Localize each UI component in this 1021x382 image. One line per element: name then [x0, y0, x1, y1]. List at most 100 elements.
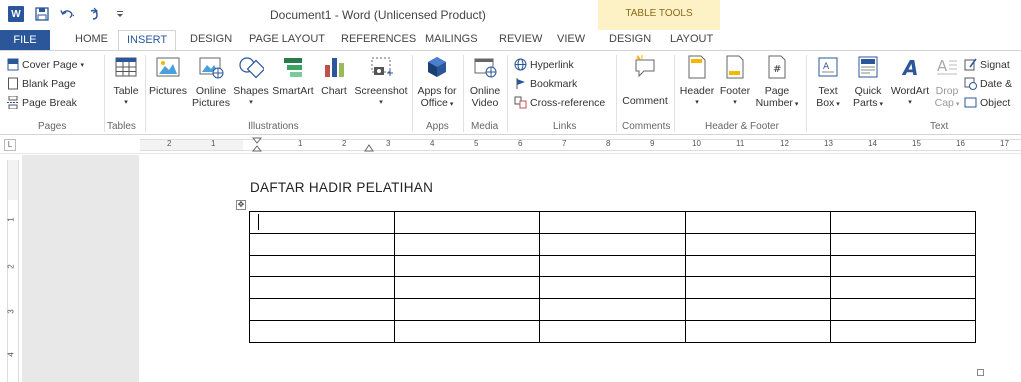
table-cell[interactable]: [829, 211, 977, 234]
table-cell[interactable]: [539, 254, 686, 278]
table-button[interactable]: Table ▾: [110, 55, 142, 109]
tab-table-design[interactable]: DESIGN: [609, 33, 651, 45]
table-cell[interactable]: [394, 276, 541, 300]
table-cell[interactable]: [248, 298, 396, 321]
table-cell[interactable]: [539, 319, 686, 343]
tab-file[interactable]: FILE: [0, 30, 50, 50]
ruler-number: 3: [386, 139, 391, 148]
ruler-number: 2: [167, 139, 172, 148]
text-box-button[interactable]: A Text Box ▾: [810, 55, 846, 111]
table-cell[interactable]: [539, 211, 686, 234]
pictures-button[interactable]: Pictures: [148, 55, 188, 97]
table-cell[interactable]: [829, 276, 977, 300]
ruler-number: 4: [430, 139, 435, 148]
tab-home[interactable]: HOME: [75, 33, 108, 45]
table-cell[interactable]: [248, 319, 396, 343]
table-cell[interactable]: [539, 298, 686, 321]
table-cell[interactable]: [394, 319, 541, 343]
tab-view[interactable]: VIEW: [557, 33, 585, 45]
table-cell[interactable]: [684, 211, 831, 234]
online-video-button[interactable]: Online Video: [465, 55, 505, 109]
table-cell[interactable]: [394, 254, 541, 278]
horizontal-ruler[interactable]: L 2 1 1 2 3 4 5 6 7 8 9 10 11 12 13 14 1…: [0, 136, 1021, 154]
svg-text:A: A: [823, 62, 830, 72]
group-separator: [104, 55, 105, 132]
table-tools-label: TABLE TOOLS: [625, 8, 693, 19]
right-indent-marker-icon[interactable]: [364, 143, 374, 152]
table-cell[interactable]: [248, 254, 396, 278]
drop-cap-button[interactable]: A Drop Cap ▾: [932, 55, 962, 111]
table-cell[interactable]: [829, 254, 977, 278]
table-cell[interactable]: [394, 298, 541, 321]
group-label-pages: Pages: [38, 121, 67, 132]
word-logo-icon[interactable]: W: [8, 6, 24, 22]
tab-table-layout[interactable]: LAYOUT: [670, 33, 713, 45]
redo-icon[interactable]: [86, 6, 102, 22]
table-cell[interactable]: [684, 319, 831, 343]
hyperlink-button[interactable]: Hyperlink: [514, 57, 574, 72]
table-cell[interactable]: [539, 232, 686, 256]
bookmark-button[interactable]: Bookmark: [514, 76, 577, 91]
document-heading[interactable]: DAFTAR HADIR PELATIHAN: [250, 180, 433, 195]
header-button[interactable]: Header ▾: [678, 55, 716, 109]
page-number-button[interactable]: # Page Number ▾: [754, 55, 800, 111]
table-cell[interactable]: [539, 276, 686, 300]
group-separator: [674, 55, 675, 132]
cross-reference-icon: [514, 96, 527, 109]
blank-page-button[interactable]: Blank Page: [6, 76, 76, 91]
table-cell[interactable]: [248, 276, 396, 300]
comment-button[interactable]: Comment: [618, 55, 672, 107]
table-cell[interactable]: [684, 232, 831, 256]
date-time-button[interactable]: Date &: [964, 76, 1012, 91]
smartart-button[interactable]: SmartArt: [270, 55, 316, 97]
online-pictures-button[interactable]: Online Pictures: [190, 55, 232, 109]
ruler-number: 7: [562, 139, 567, 148]
page-break-icon: [6, 96, 19, 109]
table-cell[interactable]: [684, 276, 831, 300]
undo-icon[interactable]: [60, 6, 76, 22]
quick-parts-icon: [848, 55, 888, 82]
table-cell[interactable]: [684, 254, 831, 278]
table-cell[interactable]: [829, 319, 977, 343]
vertical-ruler-number: 3: [6, 309, 16, 314]
table-cell[interactable]: [684, 298, 831, 321]
tab-insert[interactable]: INSERT: [118, 30, 177, 51]
wordart-button[interactable]: A WordArt ▾: [888, 55, 932, 109]
page-break-button[interactable]: Page Break: [6, 95, 77, 110]
tab-references[interactable]: REFERENCES: [341, 33, 416, 45]
cover-page-button[interactable]: Cover Page ▾: [6, 57, 84, 72]
footer-button[interactable]: Footer ▾: [716, 55, 754, 109]
shapes-icon: [232, 55, 270, 82]
tab-mailings[interactable]: MAILINGS: [425, 33, 478, 45]
tab-page-layout[interactable]: PAGE LAYOUT: [249, 33, 325, 45]
table-resize-handle[interactable]: [977, 369, 984, 376]
cross-reference-button[interactable]: Cross-reference: [514, 95, 605, 110]
indent-marker-icon[interactable]: [252, 137, 262, 153]
object-button[interactable]: Object: [964, 95, 1010, 110]
tab-selector[interactable]: L: [4, 139, 16, 151]
chart-icon: [316, 55, 352, 82]
vertical-ruler-number: 1: [6, 217, 16, 222]
table-cell[interactable]: [248, 211, 396, 234]
pictures-icon: [148, 55, 188, 82]
shapes-button[interactable]: Shapes ▾: [232, 55, 270, 109]
customize-qat-icon[interactable]: [112, 6, 128, 22]
ruler-number: 8: [606, 139, 611, 148]
table-cell[interactable]: [829, 232, 977, 256]
smartart-icon: [270, 55, 316, 82]
chart-button[interactable]: Chart: [316, 55, 352, 97]
table-move-handle-icon[interactable]: ✥: [236, 200, 246, 210]
signature-line-button[interactable]: Signat: [964, 57, 1010, 72]
table-cell[interactable]: [829, 298, 977, 321]
tab-design[interactable]: DESIGN: [190, 33, 232, 45]
table-cell[interactable]: [394, 211, 541, 234]
table-row: [248, 211, 977, 234]
tab-review[interactable]: REVIEW: [499, 33, 542, 45]
save-icon[interactable]: [34, 6, 50, 22]
table-cell[interactable]: [248, 232, 396, 256]
attendance-table[interactable]: [248, 211, 977, 343]
screenshot-button[interactable]: Screenshot ▾: [352, 55, 410, 109]
quick-parts-button[interactable]: Quick Parts ▾: [848, 55, 888, 111]
table-cell[interactable]: [394, 232, 541, 256]
apps-for-office-button[interactable]: Apps for Office ▾: [414, 55, 460, 111]
